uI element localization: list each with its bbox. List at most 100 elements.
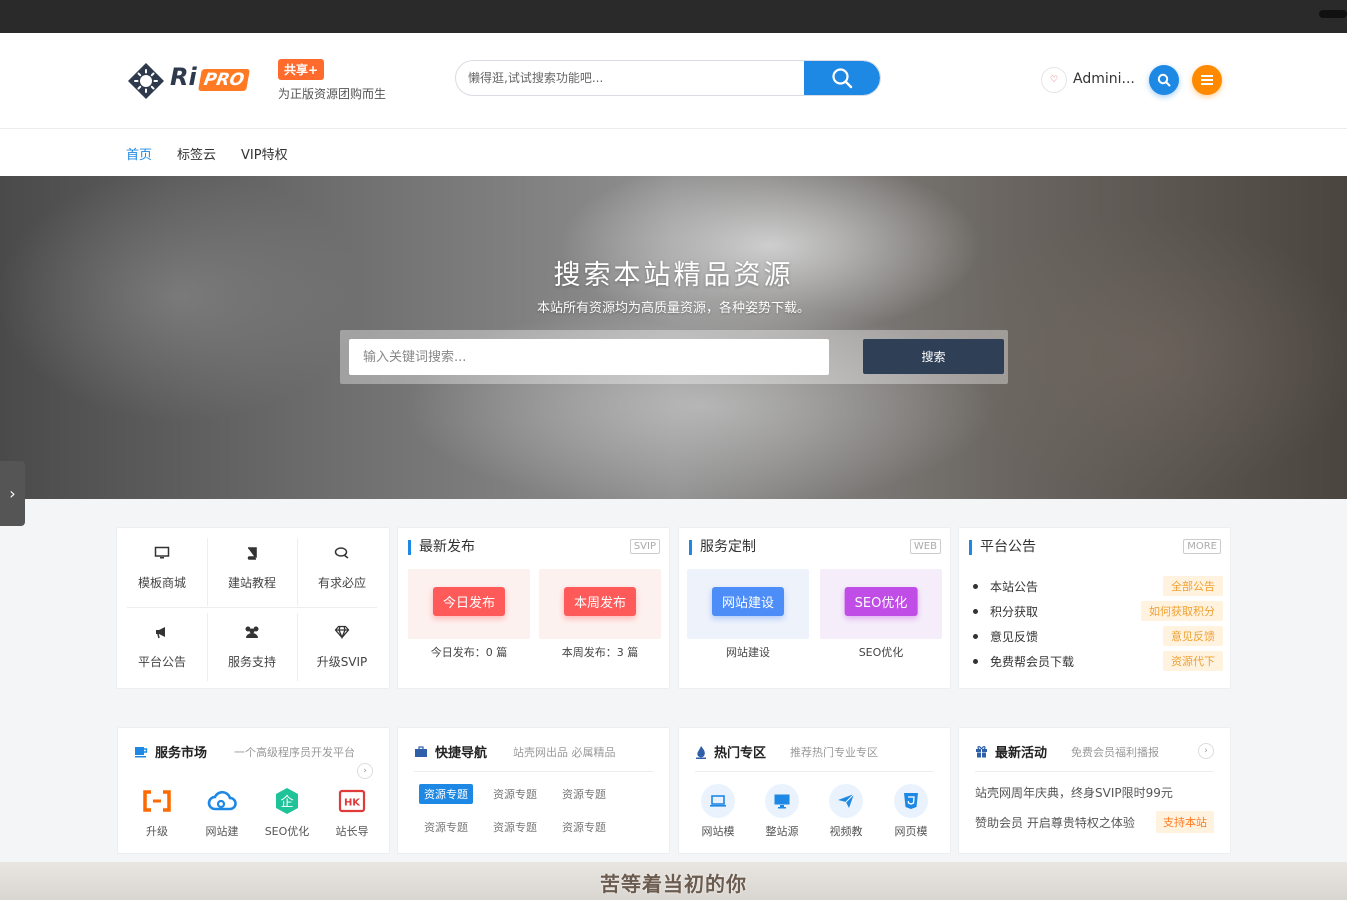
quick-link-requests[interactable]: 有求必应 <box>297 528 387 608</box>
header-search-input[interactable] <box>456 61 806 95</box>
chevron-right-icon[interactable]: › <box>357 763 373 779</box>
quicknav-chip[interactable]: 资源专题 <box>488 817 542 837</box>
today-button[interactable]: 今日发布 <box>432 587 506 616</box>
notice-text: 意见反馈 <box>990 630 1039 644</box>
seo-tile[interactable]: SEO优化 <box>820 569 942 639</box>
quick-link-tutorials[interactable]: 建站教程 <box>207 528 297 608</box>
week-caption: 本周发布：3 篇 <box>561 646 639 659</box>
activity-line[interactable]: 站壳网周年庆典，终身SVIP限时99元 <box>975 784 1173 801</box>
divider <box>975 771 1214 772</box>
market-item-label: 升级 <box>146 825 168 838</box>
enterprise-icon: 企 <box>276 788 298 814</box>
window-top-bar <box>0 0 1347 33</box>
quick-links-card: 模板商城 建站教程 有求必应 平台公告 服务支持 升级SVIP <box>116 527 390 689</box>
send-icon <box>838 793 855 808</box>
notice-title: 平台公告 <box>969 540 1036 555</box>
nav-tags[interactable]: 标签云 <box>177 144 216 163</box>
support-button[interactable]: 支持本站 <box>1156 811 1214 833</box>
market-title: 服务市场 <box>155 746 208 761</box>
hot-item-webpages[interactable]: 网页模 <box>886 784 936 839</box>
quicknav-chip[interactable]: 资源专题 <box>557 817 611 837</box>
market-card: 服务市场 一个高级程序员开发平台 › 升级 网站建 企 SEO优化 HK 站长导 <box>117 727 390 854</box>
notice-text: 本站公告 <box>990 580 1039 594</box>
week-tile[interactable]: 本周发布 <box>539 569 661 639</box>
hot-title: 热门专区 <box>714 746 767 761</box>
users-icon <box>245 626 259 638</box>
fire-icon <box>696 745 706 759</box>
cup-icon <box>135 746 148 757</box>
hero-search-input[interactable] <box>349 339 829 375</box>
service-tag: WEB <box>909 539 941 554</box>
book-icon <box>247 547 257 560</box>
quicknav-chip-active[interactable]: 资源专题 <box>419 784 473 804</box>
header-search-button[interactable] <box>804 61 880 95</box>
nav-vip[interactable]: VIP特权 <box>241 144 288 163</box>
week-button[interactable]: 本周发布 <box>563 587 637 616</box>
notice-badge[interactable]: 意见反馈 <box>1163 626 1223 646</box>
quick-link-support[interactable]: 服务支持 <box>207 607 297 687</box>
enterprise-glyph: 企 <box>280 794 293 810</box>
user-avatar[interactable]: ♡ <box>1041 67 1067 93</box>
bullet <box>973 659 978 664</box>
notice-badge[interactable]: 全部公告 <box>1163 576 1223 596</box>
hero-title: 搜索本站精品资源 <box>553 260 794 291</box>
list-item[interactable]: 意见反馈 意见反馈 <box>971 626 1223 653</box>
monitor-icon <box>154 546 170 559</box>
market-item-guide[interactable]: HK 站长导 <box>327 784 377 839</box>
site-header: RiPRO 共享+ 为正版资源团购而生 ♡ Admini... <box>0 33 1347 129</box>
chevron-right-icon[interactable]: › <box>1198 743 1214 759</box>
market-item-upgrade[interactable]: 升级 <box>132 784 182 839</box>
quick-link-svip[interactable]: 升级SVIP <box>297 607 387 687</box>
hot-item-source[interactable]: 整站源 <box>757 784 807 839</box>
quicknav-chip[interactable]: 资源专题 <box>557 784 611 804</box>
logo-sun-icon <box>128 63 164 99</box>
quick-link-announcements[interactable]: 平台公告 <box>117 607 207 687</box>
hot-item-templates[interactable]: 网站模 <box>693 784 743 839</box>
sidebar-toggle[interactable]: › <box>0 461 25 526</box>
today-tile[interactable]: 今日发布 <box>408 569 530 639</box>
website-build-button[interactable]: 网站建设 <box>711 587 785 616</box>
logo-text: Ri <box>170 63 197 91</box>
quick-link-label: 服务支持 <box>227 655 276 669</box>
list-item[interactable]: 免费帮会员下载 资源代下 <box>971 651 1223 678</box>
cloud-icon <box>207 790 237 811</box>
notice-more[interactable]: MORE <box>1183 539 1221 554</box>
market-item-seo[interactable]: 企 SEO优化 <box>262 784 312 839</box>
search-icon <box>1157 73 1171 87</box>
hot-item-videos[interactable]: 视频教 <box>821 784 871 839</box>
chevron-right-icon: › <box>9 484 16 503</box>
list-item[interactable]: 积分获取 如何获取积分 <box>971 601 1223 628</box>
seo-button[interactable]: SEO优化 <box>844 587 918 616</box>
market-item-label: SEO优化 <box>264 825 310 838</box>
website-build-caption: 网站建设 <box>726 646 770 659</box>
quicknav-chip[interactable]: 资源专题 <box>419 817 473 837</box>
list-item[interactable]: 本站公告 全部公告 <box>971 576 1223 603</box>
quicknav-chip[interactable]: 资源专题 <box>488 784 542 804</box>
latest-card: 最新发布 SVIP 今日发布 本周发布 今日发布：0 篇 本周发布：3 篇 <box>397 527 670 689</box>
bullet <box>973 634 978 639</box>
menu-button[interactable] <box>1192 65 1222 95</box>
desktop-icon <box>774 794 790 809</box>
market-item-website[interactable]: 网站建 <box>197 784 247 839</box>
notice-badge[interactable]: 资源代下 <box>1163 651 1223 671</box>
laptop-icon <box>710 795 726 807</box>
hot-item-label: 网站模 <box>701 825 735 838</box>
hot-item-label: 整站源 <box>765 825 799 838</box>
site-logo[interactable]: Ri PRO <box>170 63 250 91</box>
activity-card: 最新活动 免费会员福利播报 › 站壳网周年庆典，终身SVIP限时99元 赞助会员… <box>958 727 1231 854</box>
activity-title: 最新活动 <box>995 746 1048 761</box>
user-name[interactable]: Admini... <box>1073 71 1135 87</box>
gift-icon <box>976 746 987 758</box>
search-icon <box>832 68 853 89</box>
hero-search: 搜索 <box>340 330 1008 384</box>
quick-link-templates[interactable]: 模板商城 <box>117 528 207 608</box>
video-caption: 苦等着当初的你 <box>600 872 747 896</box>
hot-item-label: 网页模 <box>894 825 928 838</box>
site-slogan: 为正版资源团购而生 <box>278 87 387 101</box>
search-toggle-button[interactable] <box>1149 65 1179 95</box>
notice-badge[interactable]: 如何获取积分 <box>1141 601 1223 621</box>
hero-search-button[interactable]: 搜索 <box>863 339 1004 374</box>
divider <box>414 771 653 772</box>
nav-home[interactable]: 首页 <box>126 144 152 163</box>
website-build-tile[interactable]: 网站建设 <box>687 569 809 639</box>
